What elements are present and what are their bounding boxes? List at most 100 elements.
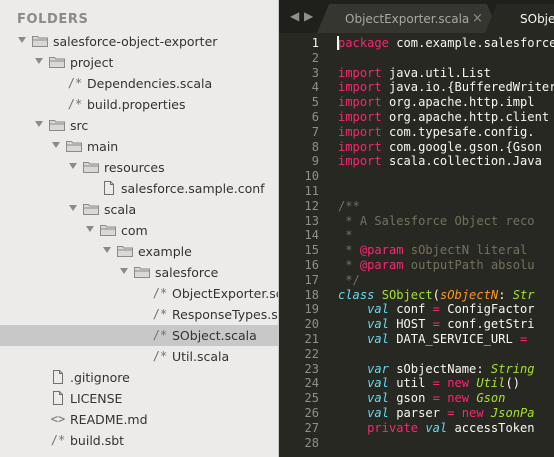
tree-folder[interactable]: resources [0,157,278,178]
line-number: 5 [311,95,319,110]
code-line: import com.google.gson.{Gson [338,139,542,154]
folder-open-icon [49,56,65,68]
tree-item-label: resources [104,159,165,175]
folder-open-icon [83,203,99,215]
line-number: 6 [311,110,319,124]
tree-item-label: .gitignore [70,369,130,385]
tree-file[interactable]: salesforce.sample.conf [0,178,278,199]
tab-bar: ◀ ▶ ObjectExporter.scala × SObject.scala [279,0,554,33]
line-number: 10 [304,169,319,184]
line-number: 19 [304,302,319,317]
tree-file[interactable]: .gitignore [0,367,278,388]
folders-header: FOLDERS [17,12,89,27]
line-number: 26 [304,406,319,420]
tab-label: ObjectExporter.scala [345,12,470,26]
line-number: 1 [311,36,319,50]
chevron-down-icon[interactable] [103,246,111,253]
tab-objectexporter[interactable]: ObjectExporter.scala × [317,4,499,33]
folder-open-icon [83,161,99,173]
tree-file[interactable]: LICENSE [0,388,278,409]
comment-file-icon: /* [67,75,83,90]
tab-close-icon[interactable]: × [472,11,483,26]
line-number: 24 [304,376,319,391]
chevron-down-icon[interactable] [35,57,43,64]
tree-file[interactable]: /* build.sbt [0,430,278,451]
line-number: 18 [304,287,319,302]
chevron-down-icon[interactable] [35,120,43,127]
tree-item-label: com [121,222,148,238]
tree-item-label: Dependencies.scala [87,75,213,91]
line-number: 15 [304,243,319,258]
tree-item-label: scala [104,201,137,217]
line-number: 7 [311,124,319,139]
tree-folder[interactable]: scala [0,199,278,220]
folder-open-icon [32,35,48,47]
line-number: 9 [311,154,319,169]
tree-item-label: example [138,243,192,259]
line-number: 23 [304,361,319,376]
folder-open-icon [117,245,133,257]
code-line: * A Salesforce Object reco [338,213,535,228]
line-number: 28 [304,435,319,450]
tree-file[interactable]: /* ResponseTypes.scala [0,304,278,325]
tree-file[interactable]: /* SObject.scala [0,324,278,346]
markup-file-icon: <> [50,411,66,426]
tree-file[interactable]: /* Dependencies.scala [0,73,278,94]
code-line: */ [338,272,360,287]
code-line: * @param sObjectN literal [338,243,528,258]
tree-folder[interactable]: salesforce [0,262,278,283]
tree-folder[interactable]: com [0,220,278,241]
tree-file[interactable]: /* build.properties [0,94,278,115]
line-number: 17 [304,272,319,287]
code-line: class SObject(sObjectN: Str [338,287,535,302]
code-line: private val accessToken [367,420,535,435]
line-number: 13 [304,213,319,228]
code-line: import com.typesafe.config. [338,124,535,139]
line-number: 2 [311,50,319,65]
tree-item-label: salesforce [155,264,219,280]
code-line: import scala.collection.Java [338,154,542,169]
line-number: 20 [304,317,319,332]
tree-file[interactable]: <> README.md [0,409,278,430]
code-line: var sObjectName: String [367,361,535,376]
tab-back-arrow-icon[interactable]: ◀ [290,9,299,23]
chevron-down-icon[interactable] [52,141,60,148]
folder-open-icon [49,119,65,131]
tree-folder[interactable]: src [0,115,278,136]
chevron-down-icon[interactable] [69,162,77,169]
comment-file-icon: /* [152,327,168,342]
tree-file[interactable]: /* Util.scala [0,346,278,367]
line-number: 8 [311,139,319,154]
code-editor[interactable]: package com.example.salesforce import jav… [338,33,554,457]
folder-open-icon [100,224,116,236]
chevron-down-icon[interactable] [86,225,94,232]
comment-file-icon: /* [67,96,83,111]
chevron-down-icon[interactable] [120,267,128,274]
chevron-down-icon[interactable] [18,36,26,43]
line-number: 14 [304,228,319,243]
tab-sobject[interactable]: SObject.scala [485,4,554,33]
line-number: 21 [304,332,319,346]
tree-item-label: salesforce.sample.conf [121,180,265,196]
tree-folder[interactable]: project [0,52,278,73]
code-line: /** [338,198,360,213]
line-number: 12 [304,198,319,213]
text-cursor [337,36,339,50]
code-line: import java.io.{BufferedWriter [338,80,554,95]
chevron-down-icon[interactable] [69,204,77,211]
code-line: val parser = new JsonPa [367,406,535,420]
code-line: import org.apache.http.client [338,110,550,124]
code-line: val DATA_SERVICE_URL = [367,332,528,346]
code-line: import java.util.List [338,65,491,80]
comment-file-icon: /* [50,432,66,447]
line-number: 22 [304,346,319,361]
tree-item-label: project [70,54,114,70]
tree-folder[interactable]: example [0,241,278,262]
tree-folder[interactable]: main [0,136,278,157]
tab-forward-arrow-icon[interactable]: ▶ [304,9,313,23]
tree-file[interactable]: /* ObjectExporter.scala [0,283,278,304]
comment-file-icon: /* [152,285,168,300]
tree-folder[interactable]: salesforce-object-exporter [0,31,278,52]
code-line: * [338,228,353,243]
line-number: 16 [304,258,319,272]
